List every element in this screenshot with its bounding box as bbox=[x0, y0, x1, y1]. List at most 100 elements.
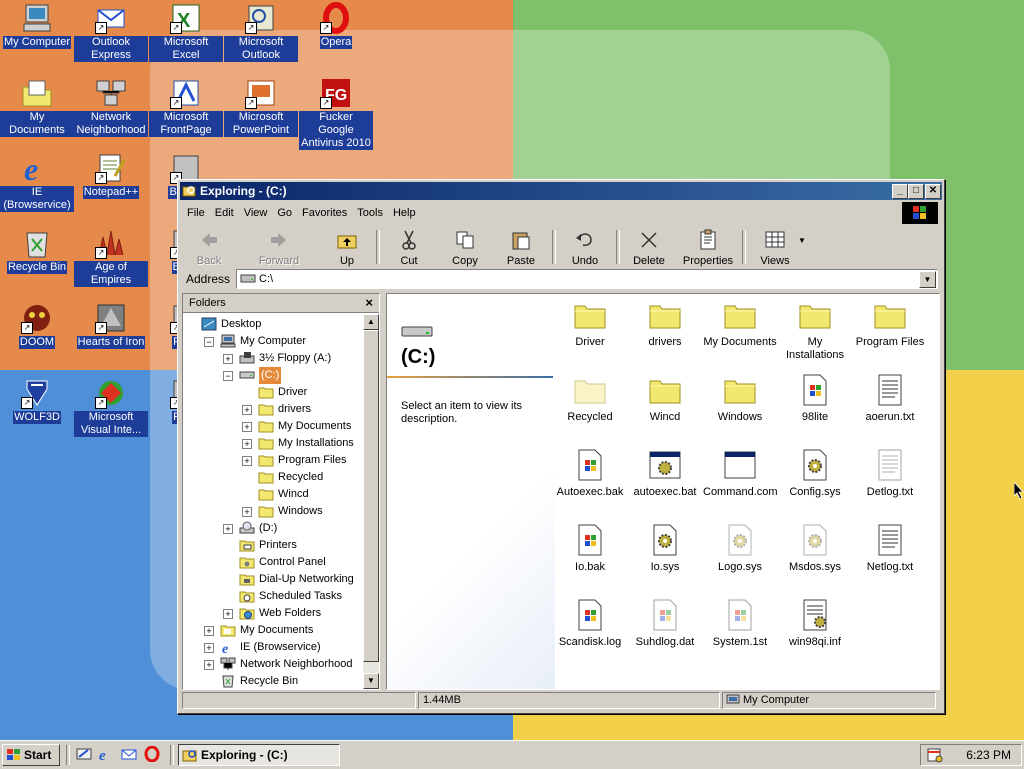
minimize-button[interactable]: _ bbox=[892, 184, 908, 199]
scroll-down-arrow-icon[interactable]: ▼ bbox=[363, 673, 379, 689]
file-item-aoerun-txt[interactable]: aoerun.txt bbox=[853, 373, 927, 424]
file-item-driver[interactable]: Driver bbox=[553, 298, 627, 349]
views-dropdown-arrow-icon[interactable]: ▼ bbox=[798, 236, 806, 245]
tree-item-scheduled-tasks[interactable]: Scheduled Tasks bbox=[183, 588, 363, 605]
tree-item-ie-browservice[interactable]: + e IE (Browservice) bbox=[183, 639, 363, 657]
tree-item-network-neighborhood[interactable]: + Network Neighborhood bbox=[183, 656, 363, 673]
desktop-icon-microsoft-frontpage[interactable]: ↗ Microsoft FrontPage bbox=[149, 77, 223, 137]
cut-button[interactable]: Cut bbox=[382, 226, 436, 267]
views-button[interactable]: Views bbox=[748, 226, 802, 267]
desktop-icon-microsoft-powerpoint[interactable]: ↗ Microsoft PowerPoint bbox=[224, 77, 298, 137]
file-item-io-sys[interactable]: Io.sys bbox=[628, 523, 702, 574]
expand-icon[interactable]: + bbox=[223, 354, 233, 364]
file-item-my-installations[interactable]: My Installations bbox=[778, 298, 852, 362]
undo-button[interactable]: Undo bbox=[558, 226, 612, 267]
desktop-icon-microsoft-excel[interactable]: X ↗ Microsoft Excel bbox=[149, 2, 223, 62]
address-dropdown-arrow-icon[interactable]: ▼ bbox=[919, 271, 936, 288]
file-item-command-com[interactable]: Command.com bbox=[703, 448, 778, 499]
file-item-autoexec-bak[interactable]: Autoexec.bak bbox=[553, 448, 627, 499]
tree-item-desktop[interactable]: Desktop bbox=[183, 316, 363, 333]
desktop-icon-opera[interactable]: ↗ Opera bbox=[299, 2, 373, 49]
menu-tools[interactable]: Tools bbox=[352, 203, 388, 223]
file-item-netlog-txt[interactable]: Netlog.txt bbox=[853, 523, 927, 574]
file-item-wincd[interactable]: Wincd bbox=[628, 373, 702, 424]
desktop-icon-outlook-express[interactable]: ↗ Outlook Express bbox=[74, 2, 148, 62]
outlook-express-icon[interactable] bbox=[121, 746, 137, 762]
file-item-io-bak[interactable]: Io.bak bbox=[553, 523, 627, 574]
tree-item-d[interactable]: + (D:) bbox=[183, 520, 363, 537]
tree-item-dial-up-networking[interactable]: Dial-Up Networking bbox=[183, 571, 363, 588]
file-item-my-documents[interactable]: My Documents bbox=[703, 298, 777, 349]
expand-icon[interactable]: + bbox=[204, 643, 214, 653]
desktop-icon-my-computer[interactable]: My Computer bbox=[0, 2, 74, 49]
folder-tree-scrollbar[interactable]: ▲ ▼ bbox=[363, 314, 379, 689]
desktop-icon-fucker-google-antivirus-2010[interactable]: FG ↗ Fucker Google Antivirus 2010 bbox=[299, 77, 373, 150]
tree-item-drivers[interactable]: + drivers bbox=[183, 401, 363, 418]
tree-item-program-files[interactable]: + Program Files bbox=[183, 452, 363, 469]
file-item-detlog-txt[interactable]: Detlog.txt bbox=[853, 448, 927, 499]
expand-icon[interactable]: + bbox=[242, 422, 252, 432]
desktop-icon-ie-browservice[interactable]: e IE (Browservice) bbox=[0, 151, 74, 212]
start-button[interactable]: Start bbox=[2, 744, 60, 766]
desktop-icon-network-neighborhood[interactable]: Network Neighborhood bbox=[74, 77, 148, 137]
clock[interactable]: 6:23 PM bbox=[966, 745, 1011, 765]
tree-item-web-folders[interactable]: + Web Folders bbox=[183, 605, 363, 622]
desktop-icon-wolf3d[interactable]: ↗ WOLF3D bbox=[0, 377, 74, 424]
expand-icon[interactable]: + bbox=[223, 524, 233, 534]
menu-go[interactable]: Go bbox=[272, 203, 297, 223]
copy-button[interactable]: Copy bbox=[438, 226, 492, 267]
folders-pane-close-icon[interactable]: × bbox=[365, 295, 373, 310]
menu-view[interactable]: View bbox=[239, 203, 273, 223]
desktop-icon-doom[interactable]: ↗ DOOM bbox=[0, 302, 74, 349]
maximize-button[interactable]: □ bbox=[908, 184, 924, 199]
expand-icon[interactable]: + bbox=[204, 626, 214, 636]
file-item-recycled[interactable]: Recycled bbox=[553, 373, 627, 424]
expand-icon[interactable]: + bbox=[242, 439, 252, 449]
tree-item-recycle-bin[interactable]: Recycle Bin bbox=[183, 673, 363, 689]
delete-button[interactable]: Delete bbox=[622, 226, 676, 267]
up-button[interactable]: Up bbox=[320, 226, 374, 267]
desktop-icon-microsoft-visual-inte[interactable]: ↗ Microsoft Visual Inte... bbox=[74, 377, 148, 437]
file-item-program-files[interactable]: Program Files bbox=[853, 298, 927, 349]
tree-item-3-floppy-a[interactable]: +3½ Floppy (A:) bbox=[183, 350, 363, 367]
internet-explorer-icon[interactable]: e bbox=[98, 746, 114, 762]
tree-item-printers[interactable]: Printers bbox=[183, 537, 363, 554]
menu-file[interactable]: File bbox=[182, 203, 210, 223]
desktop-icon-recycle-bin[interactable]: Recycle Bin bbox=[0, 227, 74, 274]
tree-item-windows[interactable]: + Windows bbox=[183, 503, 363, 520]
menu-edit[interactable]: Edit bbox=[210, 203, 239, 223]
collapse-icon[interactable]: − bbox=[204, 337, 214, 347]
desktop-icon-my-documents[interactable]: My Documents bbox=[0, 77, 74, 137]
menu-favorites[interactable]: Favorites bbox=[297, 203, 352, 223]
tree-item-driver[interactable]: Driver bbox=[183, 384, 363, 401]
show-desktop-icon[interactable] bbox=[76, 746, 92, 762]
expand-icon[interactable]: + bbox=[242, 507, 252, 517]
file-item-config-sys[interactable]: Config.sys bbox=[778, 448, 852, 499]
tree-item-my-documents[interactable]: + My Documents bbox=[183, 418, 363, 435]
address-input[interactable]: C:\ ▼ bbox=[236, 269, 938, 289]
collapse-icon[interactable]: − bbox=[223, 371, 233, 381]
back-button[interactable]: Back bbox=[182, 226, 236, 267]
file-item-win98qi-inf[interactable]: win98qi.inf bbox=[778, 598, 852, 649]
tree-item-control-panel[interactable]: Control Panel bbox=[183, 554, 363, 571]
paste-button[interactable]: Paste bbox=[494, 226, 548, 267]
file-item-windows[interactable]: Windows bbox=[703, 373, 777, 424]
file-item-suhdlog-dat[interactable]: Suhdlog.dat bbox=[628, 598, 702, 649]
expand-icon[interactable]: + bbox=[204, 660, 214, 670]
desktop-icon-notepad[interactable]: ↗ Notepad++ bbox=[74, 152, 148, 199]
explorer-window[interactable]: Exploring - (C:) _ □ ✕ File Edit View Go Fav… bbox=[177, 179, 945, 714]
tree-item-wincd[interactable]: Wincd bbox=[183, 486, 363, 503]
file-item-logo-sys[interactable]: Logo.sys bbox=[703, 523, 777, 574]
desktop-icon-microsoft-outlook[interactable]: ↗ Microsoft Outlook bbox=[224, 2, 298, 62]
title-bar[interactable]: Exploring - (C:) _ □ ✕ bbox=[180, 182, 942, 200]
scrollbar-thumb[interactable] bbox=[363, 330, 379, 662]
file-item-98lite[interactable]: 98lite bbox=[778, 373, 852, 424]
desktop-icon-age-of-empires[interactable]: ↗ Age of Empires bbox=[74, 227, 148, 287]
tree-item-my-computer[interactable]: − My Computer bbox=[183, 333, 363, 350]
file-item-msdos-sys[interactable]: Msdos.sys bbox=[778, 523, 852, 574]
menu-help[interactable]: Help bbox=[388, 203, 421, 223]
expand-icon[interactable]: + bbox=[242, 405, 252, 415]
file-item-autoexec-bat[interactable]: autoexec.bat bbox=[628, 448, 702, 499]
file-item-drivers[interactable]: drivers bbox=[628, 298, 702, 349]
scroll-up-arrow-icon[interactable]: ▲ bbox=[363, 314, 379, 330]
